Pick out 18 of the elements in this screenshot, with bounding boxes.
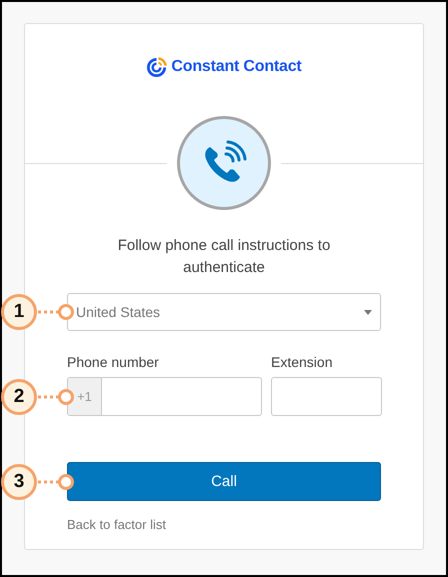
leader-line — [37, 304, 75, 320]
country-code-prefix: +1 — [68, 378, 102, 415]
back-link[interactable]: Back to factor list — [67, 517, 166, 532]
brand-name: Constant Contact — [171, 58, 302, 76]
leader-line — [37, 388, 75, 404]
extension-label: Extension — [271, 353, 334, 371]
leader-line — [37, 474, 75, 490]
phone-number-label: Phone number — [67, 353, 160, 371]
instruction-heading: Follow phone call instructions to authenticate — [116, 236, 332, 278]
extension-field[interactable] — [271, 377, 382, 416]
logo-icon — [146, 56, 168, 78]
dropdown-caret-icon — [364, 310, 372, 314]
callout-badge: 3 — [1, 464, 37, 500]
phone-number-field[interactable]: +1 — [67, 377, 262, 416]
callout-badge: 2 — [1, 378, 37, 414]
call-button[interactable]: Call — [67, 462, 381, 501]
callout-badge: 1 — [1, 294, 37, 330]
country-select[interactable]: United States — [67, 293, 381, 331]
